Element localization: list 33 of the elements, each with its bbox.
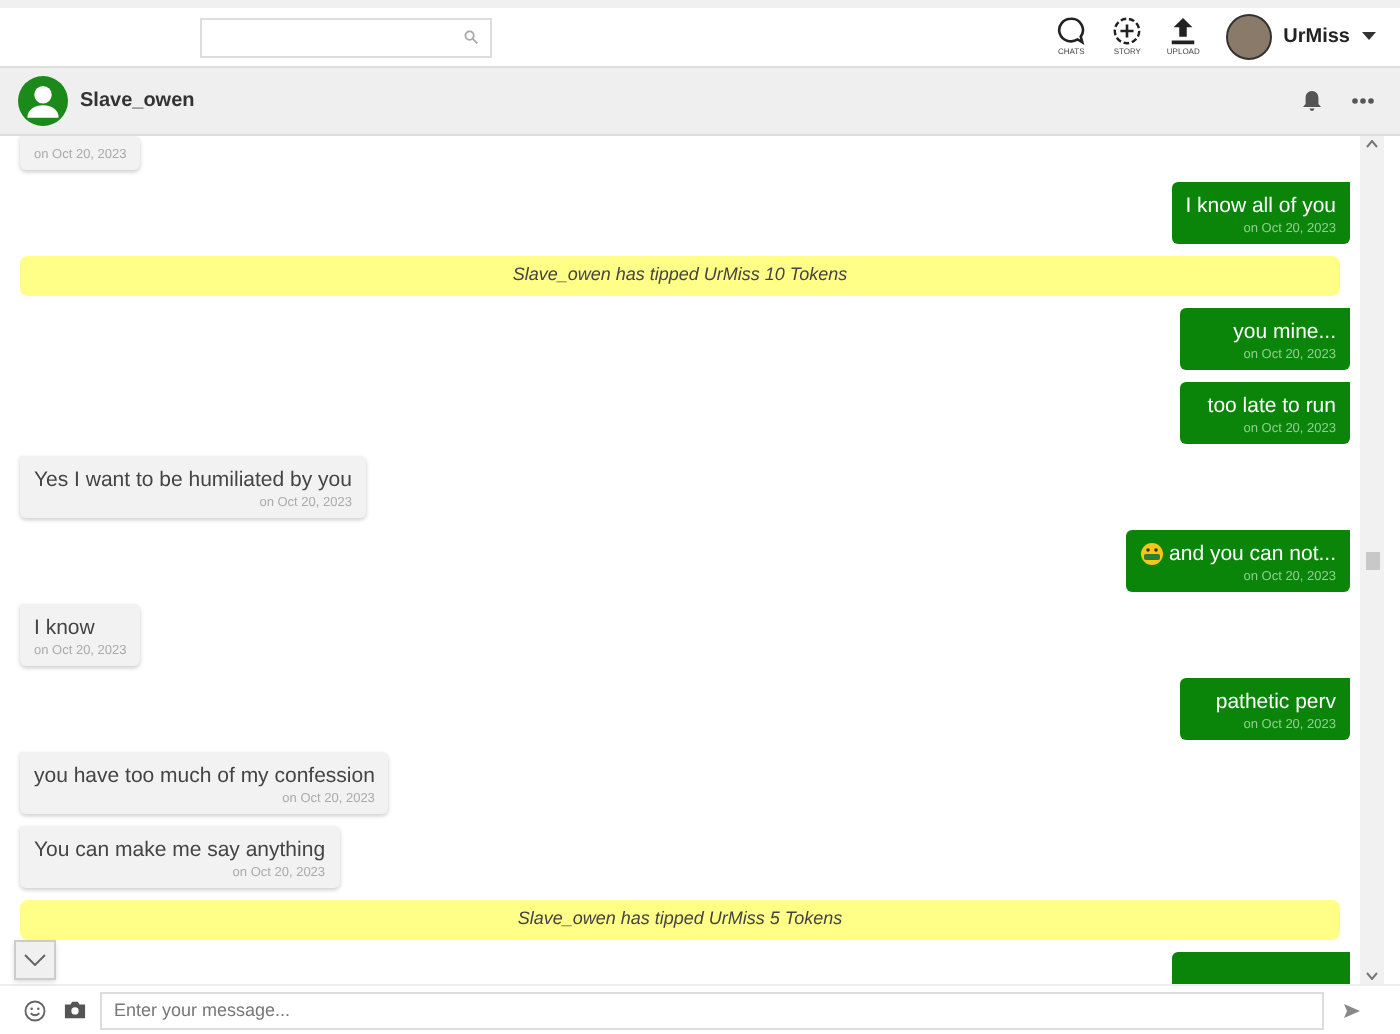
message-text: I know all of you	[1185, 192, 1336, 220]
message-text: too late to run	[1207, 392, 1336, 420]
tip-notice: Slave_owen has tipped UrMiss 5 Tokens	[20, 900, 1340, 940]
user-name: UrMiss	[1283, 24, 1350, 52]
caret-icon[interactable]	[1362, 32, 1376, 42]
message-text: pathetic perv	[1215, 688, 1336, 716]
message-text: You can make me say anything	[34, 836, 326, 864]
message-input[interactable]: Enter your message...	[100, 991, 1324, 1029]
message-text: I know	[34, 614, 95, 642]
bell-icon[interactable]	[1302, 90, 1322, 112]
more-icon[interactable]	[1352, 98, 1374, 104]
chat-bubble-icon	[1056, 16, 1087, 46]
message-text: Yes I want to be humiliated by you	[34, 466, 352, 494]
message-text: and you can not...	[1169, 540, 1336, 568]
search-icon	[464, 30, 478, 44]
message-text: you mine...	[1233, 318, 1336, 346]
user-avatar-icon	[18, 76, 68, 126]
upload-icon	[1168, 16, 1199, 46]
add-circle-icon	[1112, 16, 1143, 46]
message-text: you have too much of my confession	[34, 762, 375, 790]
scroll-down-button[interactable]	[14, 940, 56, 980]
scrollbar[interactable]	[1360, 136, 1384, 984]
chevron-up-icon[interactable]	[1366, 140, 1378, 148]
chevron-down-icon	[24, 954, 46, 966]
avatar-placeholder	[1225, 14, 1272, 60]
tip-notice: Slave_owen has tipped UrMiss 10 Tokens	[20, 256, 1340, 296]
contact-name: Slave_owen	[80, 88, 195, 116]
smiley-icon[interactable]	[24, 999, 46, 1021]
search-field[interactable]	[200, 17, 492, 57]
camera-icon[interactable]	[64, 1000, 86, 1020]
chevron-down-icon[interactable]	[1366, 972, 1378, 980]
scrollbar-thumb[interactable]	[1365, 551, 1379, 569]
send-icon[interactable]	[1344, 1003, 1360, 1017]
